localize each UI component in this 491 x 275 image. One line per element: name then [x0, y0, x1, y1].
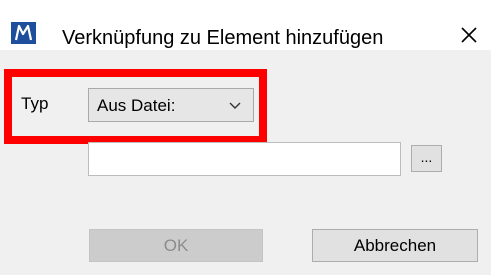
- browse-button[interactable]: ...: [411, 145, 442, 172]
- cancel-button[interactable]: Abbrechen: [312, 229, 478, 262]
- title-bar: Verknüpfung zu Element hinzufügen: [0, 0, 491, 50]
- microstation-logo-icon: [11, 22, 36, 44]
- window-title: Verknüpfung zu Element hinzufügen: [62, 27, 384, 49]
- highlight-box: [4, 69, 267, 144]
- close-icon[interactable]: [455, 22, 483, 48]
- ok-button[interactable]: OK: [89, 229, 263, 262]
- dialog-window: Verknüpfung zu Element hinzufügen Typ Au…: [0, 0, 491, 275]
- file-path-input[interactable]: [88, 142, 401, 176]
